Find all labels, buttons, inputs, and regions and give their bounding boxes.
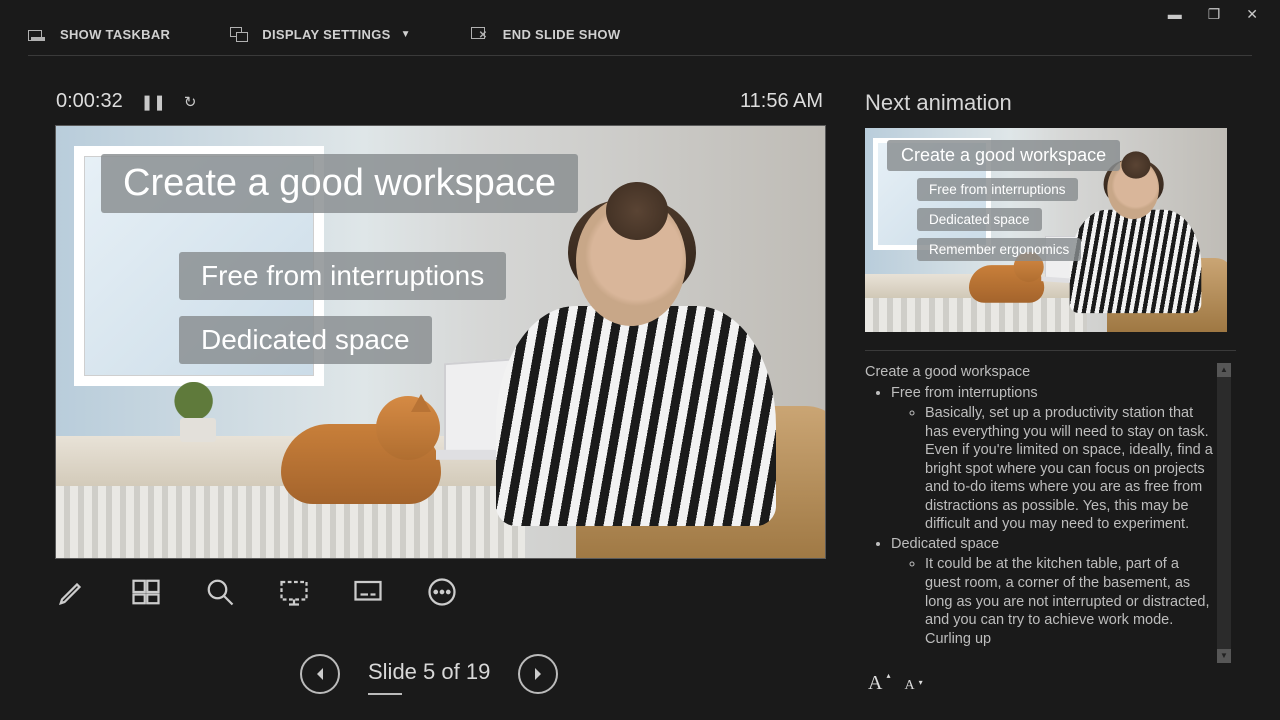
presenter-tools <box>55 575 459 609</box>
end-slideshow-icon <box>471 27 489 43</box>
notes-item: Free from interruptions Basically, set u… <box>891 384 1217 534</box>
scroll-down-button[interactable]: ▼ <box>1217 649 1231 663</box>
current-slide-preview[interactable]: Create a good workspace Free from interr… <box>55 125 826 559</box>
slide-bullet: Dedicated space <box>179 316 432 364</box>
zoom-button[interactable] <box>203 575 237 609</box>
separator <box>865 350 1236 351</box>
black-screen-button[interactable] <box>277 575 311 609</box>
see-all-slides-button[interactable] <box>129 575 163 609</box>
notes-item-label: Dedicated space <box>891 536 999 552</box>
notes-scrollbar[interactable]: ▲ ▼ <box>1217 363 1231 663</box>
end-slideshow-button[interactable]: END SLIDE SHOW <box>471 27 621 43</box>
slide-title: Create a good workspace <box>887 140 1120 171</box>
presenter-topbar: SHOW TASKBAR DISPLAY SETTINGS ▼ END SLID… <box>28 14 1252 56</box>
next-animation-label: Next animation <box>865 90 1240 116</box>
next-slide-button[interactable] <box>518 654 558 694</box>
subtitles-button[interactable] <box>351 575 385 609</box>
notes-heading: Create a good workspace <box>865 363 1217 382</box>
show-taskbar-label: SHOW TASKBAR <box>60 27 170 42</box>
notes-subitem: Basically, set up a productivity station… <box>925 404 1217 534</box>
notes-item: Dedicated space It could be at the kitch… <box>891 535 1217 648</box>
display-settings-label: DISPLAY SETTINGS <box>262 27 390 42</box>
pen-tool-button[interactable] <box>55 575 89 609</box>
pause-timer-button[interactable]: ❚❚ <box>141 93 166 111</box>
display-settings-icon <box>230 27 248 43</box>
slide-navigation: Slide 5 of 19 <box>300 654 558 694</box>
display-settings-button[interactable]: DISPLAY SETTINGS ▼ <box>230 27 411 43</box>
taskbar-icon <box>28 27 46 43</box>
current-time: 11:56 AM <box>740 90 823 113</box>
elapsed-timer: 0:00:32 <box>56 90 123 113</box>
next-slide-preview[interactable]: Create a good workspace Free from interr… <box>865 128 1227 332</box>
slide-bullet: Free from interruptions <box>179 252 506 300</box>
chevron-down-icon: ▼ <box>401 29 411 40</box>
increase-font-button[interactable]: A <box>868 672 882 695</box>
speaker-notes: Create a good workspace Free from interr… <box>865 363 1231 663</box>
slide-title: Create a good workspace <box>101 154 578 213</box>
decrease-font-button[interactable]: A <box>904 678 914 694</box>
notes-subitem: It could be at the kitchen table, part o… <box>925 555 1217 648</box>
more-options-button[interactable] <box>425 575 459 609</box>
slide-bullet: Remember ergonomics <box>917 238 1081 261</box>
end-slideshow-label: END SLIDE SHOW <box>503 27 621 42</box>
previous-slide-button[interactable] <box>300 654 340 694</box>
slide-bullet: Free from interruptions <box>917 178 1078 201</box>
scroll-up-button[interactable]: ▲ <box>1217 363 1231 377</box>
notes-item-label: Free from interruptions <box>891 385 1038 401</box>
reset-timer-button[interactable]: ↻ <box>184 93 197 111</box>
show-taskbar-button[interactable]: SHOW TASKBAR <box>28 27 170 43</box>
slide-bullet: Dedicated space <box>917 208 1042 231</box>
slide-counter: Slide 5 of 19 <box>368 659 490 689</box>
